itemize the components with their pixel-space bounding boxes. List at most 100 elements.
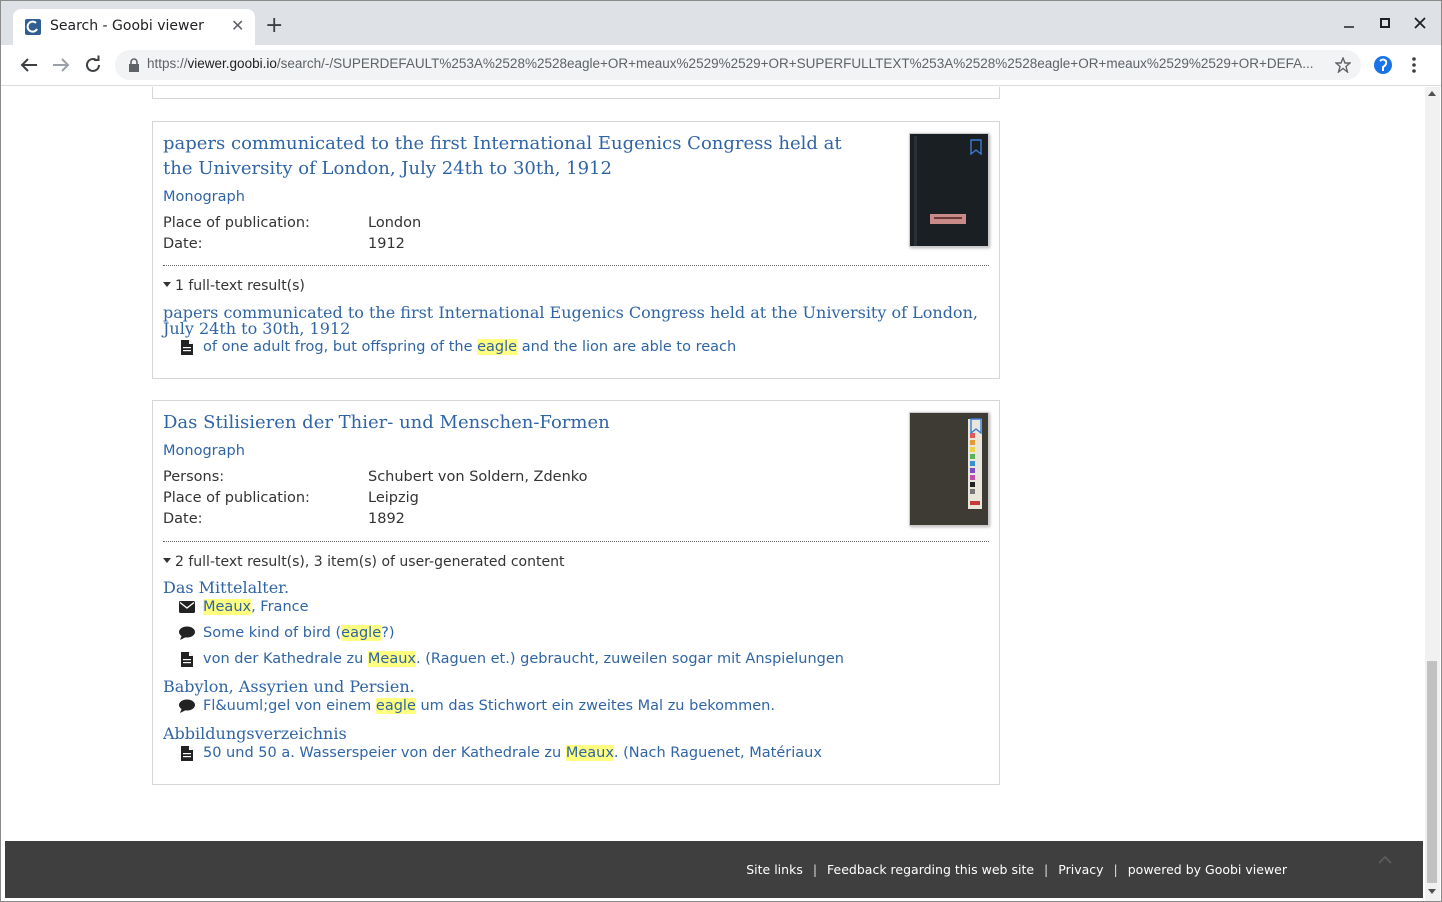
result-thumbnail[interactable] <box>909 133 989 247</box>
bookmark-icon[interactable] <box>970 418 982 434</box>
footer-separator: | <box>1044 862 1049 877</box>
hit-highlight: Meaux <box>203 599 252 615</box>
meta-value: Leipzig <box>368 490 419 506</box>
result-title[interactable]: papers communicated to the first Interna… <box>163 131 842 181</box>
new-tab-button[interactable]: + <box>265 15 283 37</box>
fulltext-hit[interactable]: 50 und 50 a. Wasserspeier von der Kathed… <box>179 745 822 761</box>
fulltext-group-heading[interactable]: Das Mittelalter. <box>163 580 989 596</box>
fulltext-hit[interactable]: von der Kathedrale zu Meaux. (Raguen et.… <box>179 651 844 667</box>
hit-text: 50 und 50 a. Wasserspeier von der Kathed… <box>203 745 566 761</box>
fulltext-group-heading[interactable]: Abbildungsverzeichnis <box>163 726 989 742</box>
lock-icon <box>129 58 139 72</box>
meta-label: Place of publication: <box>163 215 310 231</box>
menu-icon[interactable] <box>1411 57 1417 73</box>
hit-text: . (Raguen et.) gebraucht, zuweilen sogar… <box>416 651 844 667</box>
footer-link-site-links[interactable]: Site links <box>746 862 803 877</box>
page-footer: Site links | Feedback regarding this web s… <box>5 841 1423 898</box>
browser-window: Search - Goobi viewer ✕ + https://viewer… <box>0 0 1442 902</box>
close-icon[interactable] <box>1414 17 1426 29</box>
document-icon <box>181 745 193 761</box>
hit-text: . (Nach Raguenet, Matériaux <box>613 745 822 761</box>
hit-text: ?) <box>381 625 395 641</box>
star-icon[interactable] <box>1335 57 1351 73</box>
footer-link-feedback[interactable]: Feedback regarding this web site <box>827 862 1034 877</box>
tab-close-icon[interactable]: ✕ <box>231 17 244 35</box>
fulltext-hit[interactable]: Meaux, France <box>179 599 309 615</box>
tab-active[interactable]: Search - Goobi viewer ✕ <box>13 9 255 45</box>
hit-text: um das Stichwort ein zweites Mal zu beko… <box>415 698 775 714</box>
fulltext-group-heading[interactable]: Babylon, Assyrien und Persien. <box>163 679 989 695</box>
caret-down-icon <box>163 557 171 563</box>
hit-text: and the lion are able to reach <box>517 339 737 355</box>
page-content: papers communicated to the first Interna… <box>1 87 1425 901</box>
minimize-icon[interactable] <box>1343 19 1355 31</box>
fulltext-toggle-label: 2 full-text result(s), 3 item(s) of user… <box>175 554 565 570</box>
hit-text: Some kind of bird ( <box>203 625 342 641</box>
hit-text: von der Kathedrale zu <box>203 651 368 667</box>
browser-toolbar: https://viewer.goobi.io/search/-/SUPERDE… <box>1 45 1441 86</box>
caret-down-icon <box>163 281 171 287</box>
hit-highlight: eagle <box>375 698 416 714</box>
back-icon[interactable] <box>17 53 41 77</box>
meta-value: 1912 <box>368 236 405 252</box>
url-scheme: https:// <box>147 56 188 71</box>
fulltext-toggle[interactable]: 2 full-text result(s), 3 item(s) of user… <box>163 554 564 570</box>
bookmark-icon[interactable] <box>970 139 982 155</box>
search-result: papers communicated to the first Interna… <box>152 121 1000 379</box>
url-path: /search/-/SUPERDEFAULT%253A%2528%2528eag… <box>276 56 1314 71</box>
fulltext-group-heading[interactable]: papers communicated to the first Interna… <box>163 305 989 337</box>
meta-value: London <box>368 215 422 231</box>
document-icon <box>181 651 193 667</box>
fulltext-toggle[interactable]: 1 full-text result(s) <box>163 278 305 294</box>
footer-link-powered-by[interactable]: powered by Goobi viewer <box>1128 862 1287 877</box>
previous-result-card <box>152 87 1000 99</box>
tab-title: Search - Goobi viewer <box>50 18 204 34</box>
meta-value: 1892 <box>368 511 405 527</box>
address-bar[interactable]: https://viewer.goobi.io/search/-/SUPERDE… <box>115 50 1361 80</box>
url-host: viewer.goobi.io <box>187 56 277 71</box>
fulltext-hit[interactable]: Fl&uuml;gel von einem eagle um das Stich… <box>179 698 775 714</box>
separator <box>163 541 989 542</box>
url-text: https://viewer.goobi.io/search/-/SUPERDE… <box>147 56 1317 71</box>
envelope-icon <box>179 601 195 613</box>
maximize-icon[interactable] <box>1379 17 1391 29</box>
comment-icon <box>179 699 195 713</box>
comment-icon <box>179 626 195 640</box>
footer-link-privacy[interactable]: Privacy <box>1058 862 1103 877</box>
forward-icon[interactable] <box>49 53 73 77</box>
hit-text: Fl&uuml;gel von einem <box>203 698 376 714</box>
result-title[interactable]: Das Stilisieren der Thier- und Menschen-… <box>163 410 610 435</box>
footer-links: Site links | Feedback regarding this web s… <box>746 862 1287 877</box>
result-title-line: papers communicated to the first Interna… <box>163 133 842 154</box>
hit-text: of one adult frog, but offspring of the <box>203 339 478 355</box>
document-icon <box>181 339 193 355</box>
fulltext-hit[interactable]: Some kind of bird (eagle?) <box>179 625 394 641</box>
hit-text: , France <box>251 599 309 615</box>
result-doctype: Monograph <box>163 189 245 205</box>
tab-strip: Search - Goobi viewer ✕ + <box>1 1 1441 45</box>
separator <box>163 265 989 266</box>
footer-separator: | <box>812 862 818 877</box>
meta-label: Date: <box>163 511 203 527</box>
footer-separator: | <box>1113 862 1118 877</box>
back-to-top-icon[interactable] <box>1377 853 1393 865</box>
favicon <box>25 19 41 35</box>
result-thumbnail[interactable] <box>909 412 989 526</box>
page-scrollbar[interactable] <box>1425 87 1440 901</box>
scroll-up-arrow-icon[interactable] <box>1428 91 1436 96</box>
meta-label: Place of publication: <box>163 490 310 506</box>
hit-highlight: eagle <box>341 625 382 641</box>
result-doctype: Monograph <box>163 443 245 459</box>
search-result: Das Stilisieren der Thier- und Menschen-… <box>152 400 1000 785</box>
scrollbar-thumb[interactable] <box>1427 661 1437 883</box>
result-title-line: the University of London, July 24th to 3… <box>163 158 612 179</box>
scroll-down-arrow-icon[interactable] <box>1428 889 1436 894</box>
meta-label: Date: <box>163 236 203 252</box>
meta-value: Schubert von Soldern, Zdenko <box>368 469 588 485</box>
fulltext-hit[interactable]: of one adult frog, but offspring of the … <box>179 339 736 355</box>
fulltext-toggle-label: 1 full-text result(s) <box>175 278 305 294</box>
reload-icon[interactable] <box>81 53 105 77</box>
hit-highlight: Meaux <box>565 745 614 761</box>
hit-highlight: eagle <box>477 339 518 355</box>
extension-icon[interactable] <box>1373 55 1393 75</box>
